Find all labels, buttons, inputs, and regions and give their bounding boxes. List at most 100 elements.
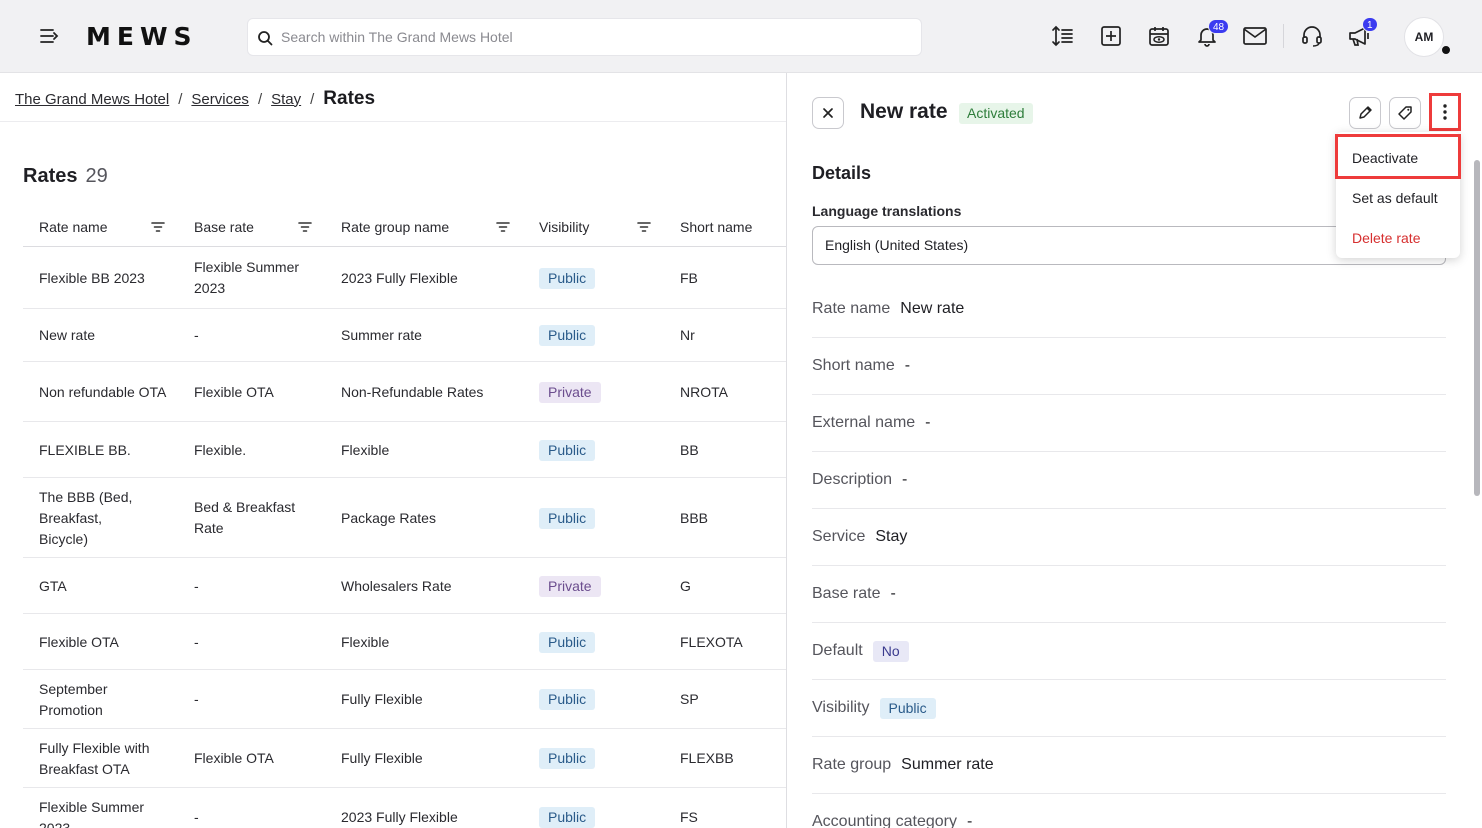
column-header-visibility[interactable]: Visibility [539,219,589,235]
add-square-icon[interactable] [1097,22,1125,50]
mews-logo[interactable]: MEWS [86,22,198,51]
mail-icon[interactable] [1241,22,1269,50]
calendar-eye-icon[interactable] [1145,22,1173,50]
column-header-short-name[interactable]: Short name [680,219,752,235]
cell-short-name: SP [680,691,699,707]
cell-visibility: Public [539,614,596,670]
field-default: Default No [812,623,1446,680]
table-row[interactable]: FLEXIBLE BB. Flexible. Flexible Public B… [23,422,786,478]
table-row[interactable]: The BBB (Bed, Breakfast, Bicycle) Bed & … [23,478,786,558]
column-header-rate-name[interactable]: Rate name [39,219,107,235]
tag-button[interactable] [1389,97,1421,129]
field-short-name: Short name - [812,338,1446,395]
table-header: Rate name Base rate Rate group name Visi… [23,205,786,247]
pencil-icon [1359,106,1372,119]
breadcrumb: The Grand Mews Hotel / Services / Stay /… [15,87,375,111]
field-label: Accounting category [812,813,957,828]
field-rate-group: Rate group Summer rate [812,737,1446,794]
table-row[interactable]: New rate - Summer rate Public Nr [23,309,786,362]
cell-rate-name: Non refundable OTA [39,383,167,400]
field-label: Service [812,528,866,545]
cell-base-rate: - [194,327,199,343]
rates-list-panel: The Grand Mews Hotel / Services / Stay /… [0,73,786,828]
breadcrumb-stay[interactable]: Stay [271,91,301,108]
edit-button[interactable] [1349,97,1381,129]
page-title: Rates 29 [23,165,108,188]
search-input[interactable] [281,19,901,55]
close-button[interactable] [812,97,844,129]
more-options-menu: Deactivate Set as default Delete rate [1336,132,1460,258]
field-label: Base rate [812,585,881,602]
table-row[interactable]: Flexible OTA - Flexible Public FLEXOTA [23,614,786,670]
cell-base-rate: - [194,577,199,594]
cell-short-name: FB [680,269,698,286]
scrollbar-thumb[interactable] [1474,160,1480,496]
filter-icon[interactable] [496,220,510,238]
default-badge: No [872,640,909,662]
menu-item-deactivate[interactable]: Deactivate [1336,138,1460,178]
field-label: Rate group [812,756,892,773]
cell-rate-group: Fully Flexible [341,691,423,707]
column-header-base-rate[interactable]: Base rate [194,219,254,235]
table-row[interactable]: Flexible BB 2023 Flexible Summer 2023 20… [23,247,786,309]
breadcrumb-separator: / [178,90,183,108]
cell-visibility: Public [539,670,596,729]
cell-base-rate: Flexible. [194,441,247,458]
field-service: Service Stay [812,509,1446,566]
cell-base-rate: Flexible Summer 2023 [194,259,300,296]
status-dot [1440,44,1452,56]
cell-visibility: Private [539,558,601,614]
field-value: - [966,813,973,828]
detail-title: New rate [860,100,948,123]
page-title-text: Rates [23,165,78,187]
cell-visibility: Public [539,247,596,309]
tag-icon [1398,106,1412,120]
cell-rate-name: Flexible OTA [39,633,119,650]
cell-rate-name: New rate [39,327,96,343]
visibility-badge: Public [539,507,596,529]
field-value: - [904,357,911,374]
breadcrumb-services[interactable]: Services [191,91,249,108]
field-value: - [925,414,931,431]
cell-base-rate: Flexible OTA [194,383,274,400]
breadcrumb-hotel[interactable]: The Grand Mews Hotel [15,91,169,108]
avatar[interactable]: AM [1404,17,1444,57]
headset-icon[interactable] [1298,22,1326,50]
cell-base-rate: - [194,691,199,707]
cell-short-name: FLEXOTA [680,633,743,650]
field-description: Description - [812,452,1446,509]
table-row[interactable]: Fully Flexible with Breakfast OTA Flexib… [23,729,786,788]
filter-icon[interactable] [151,220,165,238]
cell-base-rate: Bed & Breakfast Rate [194,499,296,536]
visibility-badge: Public [539,631,596,653]
cell-rate-group: Package Rates [341,509,436,526]
table-row[interactable]: Flexible Summer 2023 - 2023 Fully Flexib… [23,788,786,828]
cell-rate-group: Fully Flexible [341,750,423,766]
menu-item-delete-rate[interactable]: Delete rate [1336,218,1460,258]
field-value: Summer rate [901,756,994,773]
cell-rate-group: Flexible [341,633,390,650]
more-options-button[interactable] [1429,93,1461,131]
menu-item-set-default[interactable]: Set as default [1336,178,1460,218]
search-icon [258,31,273,46]
rates-count: 29 [85,165,108,187]
visibility-badge: Public [879,697,936,719]
field-value: New rate [900,300,965,317]
cell-rate-group: Summer rate [341,327,422,343]
filter-icon[interactable] [298,220,312,238]
table-row[interactable]: September Promotion - Fully Flexible Pub… [23,670,786,729]
filter-icon[interactable] [637,220,651,238]
cell-rate-group: Wholesalers Rate [341,577,452,594]
menu-collapse-icon[interactable] [38,26,64,48]
cell-base-rate: - [194,633,199,650]
field-label: Visibility [812,699,870,716]
cell-rate-name: Fully Flexible with Breakfast OTA [39,739,150,777]
search-box[interactable] [247,18,922,56]
table-row[interactable]: GTA - Wholesalers Rate Private G [23,558,786,614]
sort-lines-icon[interactable] [1049,22,1077,50]
field-value: - [902,471,908,488]
table-row[interactable]: Non refundable OTA Flexible OTA Non-Refu… [23,362,786,422]
column-header-rate-group[interactable]: Rate group name [341,219,449,235]
field-value: - [890,585,896,602]
breadcrumb-separator: / [310,90,315,108]
